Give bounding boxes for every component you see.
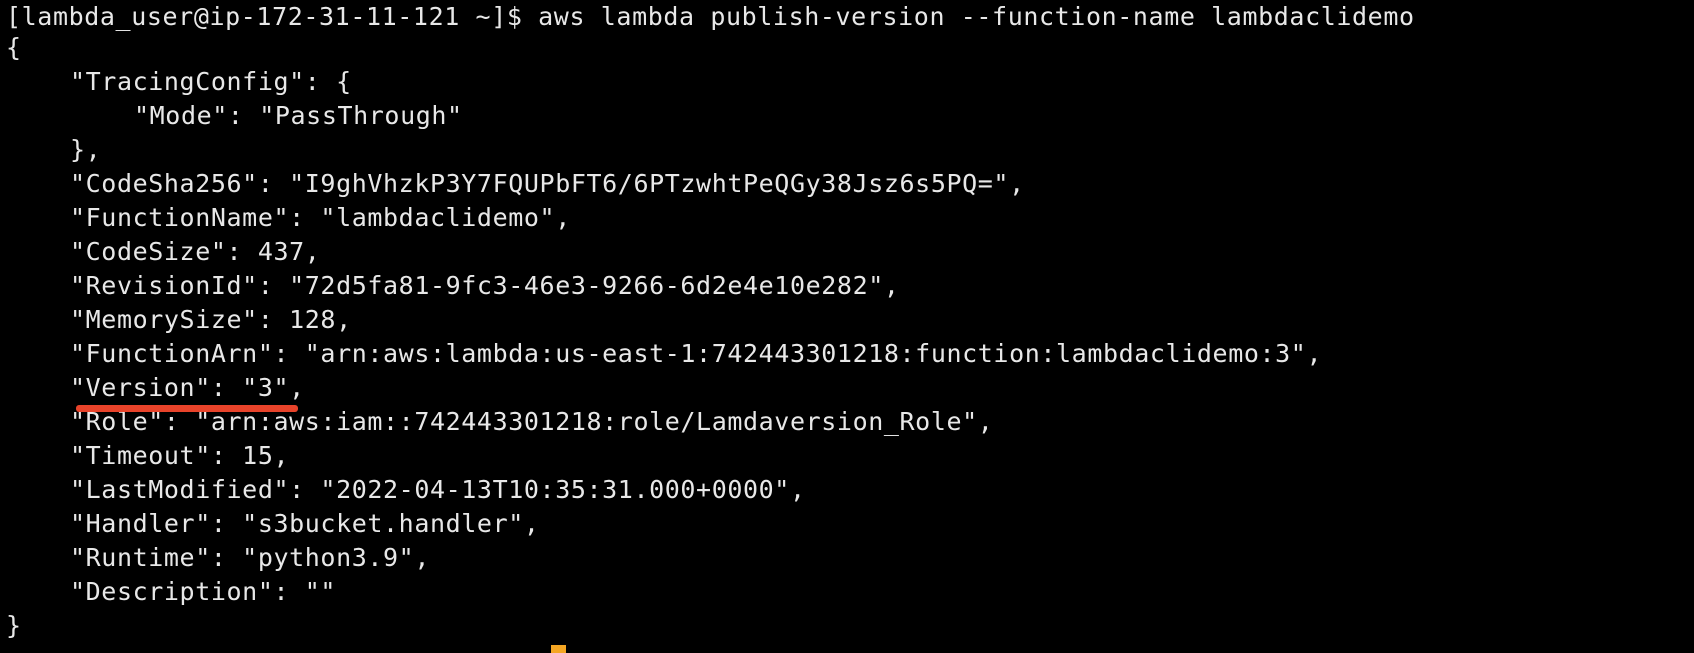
command-line: [lambda_user@ip-172-31-11-121 ~]$ aws la… <box>6 0 1415 34</box>
json-code-size: "CodeSize": 437, <box>70 237 321 266</box>
json-tracing-mode: "Mode": "PassThrough" <box>134 101 463 130</box>
json-open-brace: { <box>6 33 22 62</box>
json-tracing-config-open: "TracingConfig": { <box>70 67 352 96</box>
terminal-window[interactable]: [lambda_user@ip-172-31-11-121 ~]$ aws la… <box>6 0 1686 650</box>
shell-command: aws lambda publish-version --function-na… <box>538 2 1415 31</box>
json-memory-size: "MemorySize": 128, <box>70 305 352 334</box>
json-description: "Description": "" <box>70 577 337 606</box>
json-handler: "Handler": "s3bucket.handler", <box>70 509 540 538</box>
json-close-brace: } <box>6 611 22 640</box>
version-highlight-underline <box>76 405 298 412</box>
json-last-modified: "LastModified": "2022-04-13T10:35:31.000… <box>70 475 806 504</box>
shell-prompt: [lambda_user@ip-172-31-11-121 ~]$ <box>6 2 539 31</box>
json-code-sha256: "CodeSha256": "I9ghVhzkP3Y7FQUPbFT6/6PTz… <box>70 169 1025 198</box>
json-function-name: "FunctionName": "lambdaclidemo", <box>70 203 571 232</box>
json-function-arn: "FunctionArn": "arn:aws:lambda:us-east-1… <box>70 339 1323 368</box>
json-timeout: "Timeout": 15, <box>70 441 290 470</box>
json-tracing-config-close: }, <box>70 135 102 164</box>
json-runtime: "Runtime": "python3.9", <box>70 543 430 572</box>
json-version: "Version": "3", <box>70 373 305 402</box>
json-revision-id: "RevisionId": "72d5fa81-9fc3-46e3-9266-6… <box>70 271 900 300</box>
text-cursor <box>551 645 566 653</box>
